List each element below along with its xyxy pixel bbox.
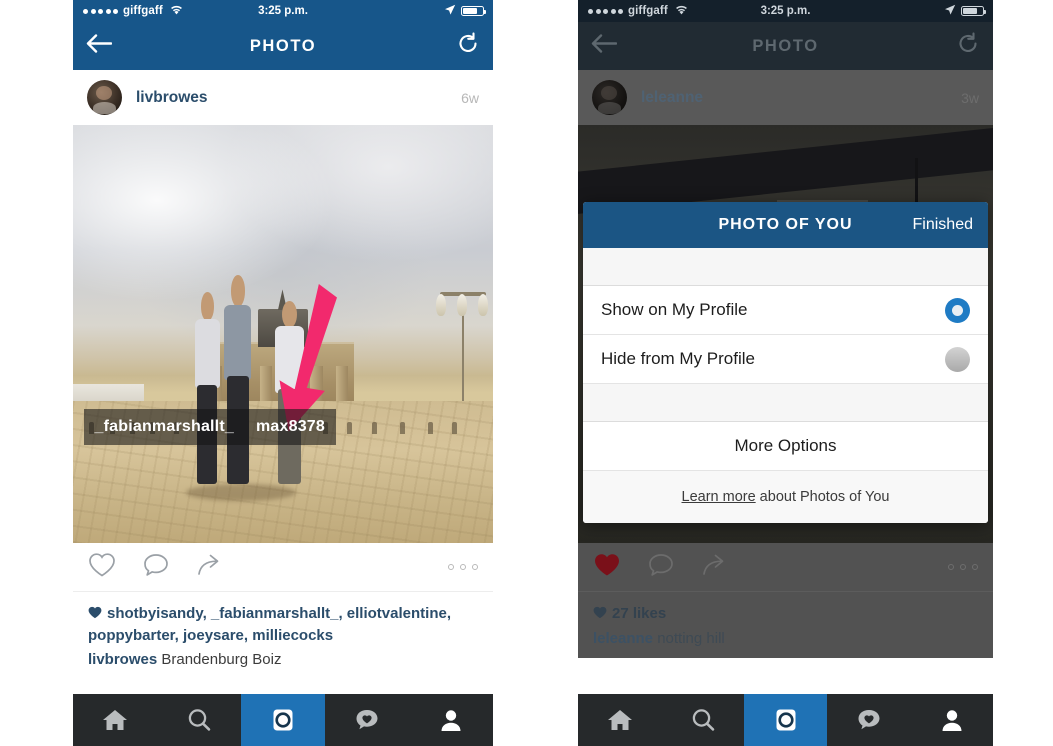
wifi-icon bbox=[170, 5, 183, 18]
option-show-on-my-profile[interactable]: Show on My Profile bbox=[583, 286, 988, 335]
avatar[interactable] bbox=[87, 80, 122, 115]
screenshot-stage: giffgaff 3:25 p.m. PHOTO livbrowes 6w _f… bbox=[0, 0, 1053, 746]
tab-search[interactable] bbox=[661, 694, 744, 746]
post-username[interactable]: livbrowes bbox=[136, 89, 208, 107]
post-photo[interactable]: _fabianmarshallt_ max8378 bbox=[73, 125, 493, 543]
learn-more-link[interactable]: Learn more bbox=[682, 489, 756, 505]
modal-header: PHOTO OF YOU Finished bbox=[583, 202, 988, 248]
right-tab-bar bbox=[578, 694, 993, 746]
tab-home[interactable] bbox=[73, 694, 157, 746]
option-label: Hide from My Profile bbox=[601, 349, 755, 368]
more-options-button[interactable]: More Options bbox=[583, 422, 988, 471]
status-bar-right-group bbox=[444, 4, 493, 19]
photo-person-2 bbox=[220, 275, 256, 485]
back-arrow-icon[interactable] bbox=[86, 34, 113, 59]
tab-activity[interactable] bbox=[325, 694, 409, 746]
more-options-label: More Options bbox=[734, 436, 837, 455]
photo-of-you-modal: PHOTO OF YOU Finished Show on My Profile… bbox=[583, 202, 988, 523]
tab-camera[interactable] bbox=[744, 694, 827, 746]
right-phone-screen: giffgaff 3:25 p.m. PHOTO leleanne 3w 27 … bbox=[578, 0, 993, 746]
left-post-caption: shotbyisandy, _fabianmarshallt_, elliotv… bbox=[73, 591, 493, 679]
tab-activity[interactable] bbox=[827, 694, 910, 746]
comment-bubble-icon[interactable] bbox=[142, 552, 170, 583]
carrier-label: giffgaff bbox=[123, 5, 163, 17]
radio-unselected-icon[interactable] bbox=[945, 346, 970, 372]
radio-selected-icon[interactable] bbox=[945, 297, 970, 323]
more-options-dots-icon[interactable] bbox=[448, 564, 478, 570]
tab-profile[interactable] bbox=[409, 694, 493, 746]
photo-tag-list: _fabianmarshallt_ max8378 bbox=[83, 409, 336, 446]
likers-line: shotbyisandy, _fabianmarshallt_, elliotv… bbox=[88, 596, 478, 646]
modal-title: PHOTO OF YOU bbox=[718, 216, 853, 233]
left-status-bar: giffgaff 3:25 p.m. bbox=[73, 0, 493, 22]
learn-more-text: Learn more about Photos of You bbox=[682, 489, 890, 505]
tab-camera[interactable] bbox=[241, 694, 325, 746]
heart-filled-small-icon bbox=[88, 604, 102, 625]
refresh-icon[interactable] bbox=[457, 32, 479, 60]
modal-spacer-top bbox=[583, 248, 988, 286]
caption-username[interactable]: livbrowes bbox=[88, 651, 157, 668]
left-nav-bar: PHOTO bbox=[73, 22, 493, 70]
left-post-user-row[interactable]: livbrowes 6w bbox=[73, 70, 493, 125]
location-arrow-icon bbox=[444, 4, 456, 19]
learn-more-row: Learn more about Photos of You bbox=[583, 471, 988, 523]
tab-search[interactable] bbox=[157, 694, 241, 746]
photo-tag[interactable]: max8378 bbox=[244, 409, 336, 446]
option-label: Show on My Profile bbox=[601, 300, 748, 319]
status-bar-carrier-group: giffgaff bbox=[73, 5, 183, 18]
post-timestamp: 6w bbox=[461, 89, 479, 106]
finished-button[interactable]: Finished bbox=[913, 216, 973, 234]
caption-text: Brandenburg Boiz bbox=[161, 651, 282, 668]
likers-names[interactable]: shotbyisandy, _fabianmarshallt_, elliotv… bbox=[88, 605, 451, 644]
left-phone-screen: giffgaff 3:25 p.m. PHOTO livbrowes 6w _f… bbox=[73, 0, 493, 746]
battery-icon bbox=[461, 6, 487, 16]
heart-outline-icon[interactable] bbox=[88, 552, 116, 583]
share-arrow-icon[interactable] bbox=[196, 552, 224, 583]
modal-spacer-middle bbox=[583, 384, 988, 422]
tab-profile[interactable] bbox=[910, 694, 993, 746]
caption-line: livbrowes Brandenburg Boiz bbox=[88, 646, 478, 671]
photo-tag[interactable]: _fabianmarshallt_ bbox=[83, 409, 245, 446]
signal-strength-dots-icon bbox=[83, 8, 118, 14]
left-tab-bar bbox=[73, 694, 493, 746]
option-hide-from-my-profile[interactable]: Hide from My Profile bbox=[583, 335, 988, 384]
learn-more-suffix: about Photos of You bbox=[755, 489, 890, 505]
tab-home[interactable] bbox=[578, 694, 661, 746]
page-title: PHOTO bbox=[249, 36, 317, 55]
left-post-actions bbox=[73, 543, 493, 591]
